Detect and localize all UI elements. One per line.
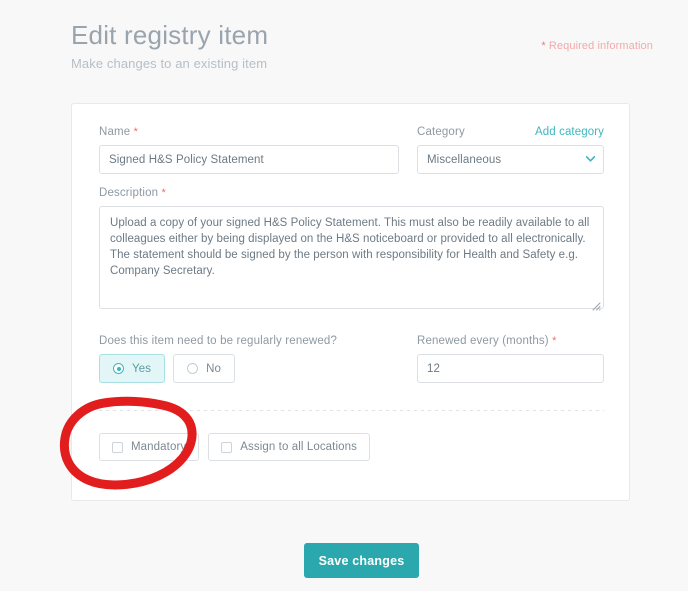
save-changes-button[interactable]: Save changes bbox=[304, 543, 419, 578]
field-category: Category Add category Miscellaneous bbox=[417, 126, 604, 174]
required-asterisk-icon: * bbox=[541, 40, 546, 52]
checkbox-row: Mandatory Assign to all Locations bbox=[99, 433, 370, 461]
description-required-icon: * bbox=[161, 187, 166, 199]
description-textarea-wrapper: Upload a copy of your signed H&S Policy … bbox=[99, 206, 604, 314]
field-renewal-question: Does this item need to be regularly rene… bbox=[99, 335, 389, 383]
renewal-radio-no[interactable]: No bbox=[173, 354, 235, 383]
radio-selected-icon bbox=[113, 363, 124, 374]
description-textarea[interactable]: Upload a copy of your signed H&S Policy … bbox=[99, 206, 604, 309]
description-label-text: Description bbox=[99, 187, 159, 199]
section-divider bbox=[99, 410, 604, 411]
checkbox-unchecked-icon bbox=[112, 441, 123, 453]
assign-all-locations-label: Assign to all Locations bbox=[240, 441, 357, 453]
renewal-radio-no-label: No bbox=[206, 362, 221, 375]
renewal-radio-group: Yes No bbox=[99, 354, 389, 383]
renewal-question-label: Does this item need to be regularly rene… bbox=[99, 335, 338, 347]
renew-months-label-text: Renewed every (months) bbox=[417, 335, 549, 347]
category-select-wrapper: Miscellaneous bbox=[417, 145, 604, 174]
required-information-label: Required information bbox=[548, 40, 653, 52]
name-label: Name * bbox=[99, 126, 399, 138]
category-label-row: Category Add category bbox=[417, 126, 604, 145]
required-information-note: * Required information bbox=[541, 40, 653, 52]
renewal-radio-yes-label: Yes bbox=[132, 362, 152, 375]
field-renew-months: Renewed every (months) * bbox=[417, 335, 604, 383]
assign-all-locations-checkbox[interactable]: Assign to all Locations bbox=[208, 433, 370, 461]
name-input[interactable] bbox=[99, 145, 399, 174]
category-select[interactable]: Miscellaneous bbox=[417, 145, 604, 174]
category-label: Category bbox=[417, 126, 465, 138]
description-label: Description * bbox=[99, 187, 604, 199]
mandatory-checkbox[interactable]: Mandatory bbox=[99, 433, 200, 461]
field-description: Description * Upload a copy of your sign… bbox=[99, 187, 604, 314]
checkbox-unchecked-icon bbox=[221, 441, 233, 453]
renew-months-input[interactable] bbox=[417, 354, 604, 383]
field-name: Name * bbox=[99, 126, 399, 174]
mandatory-checkbox-label: Mandatory bbox=[131, 441, 187, 453]
category-selected-value: Miscellaneous bbox=[427, 153, 502, 166]
renew-months-label: Renewed every (months) * bbox=[417, 335, 604, 347]
add-category-link[interactable]: Add category bbox=[535, 126, 604, 138]
page-subtitle: Make changes to an existing item bbox=[71, 56, 268, 71]
radio-unselected-icon bbox=[187, 363, 199, 374]
form-card: Name * Category Add category Miscellaneo… bbox=[71, 103, 630, 501]
renewal-radio-yes[interactable]: Yes bbox=[99, 354, 166, 383]
name-label-text: Name bbox=[99, 126, 131, 138]
renew-months-required-icon: * bbox=[552, 335, 557, 347]
name-required-icon: * bbox=[133, 126, 139, 138]
